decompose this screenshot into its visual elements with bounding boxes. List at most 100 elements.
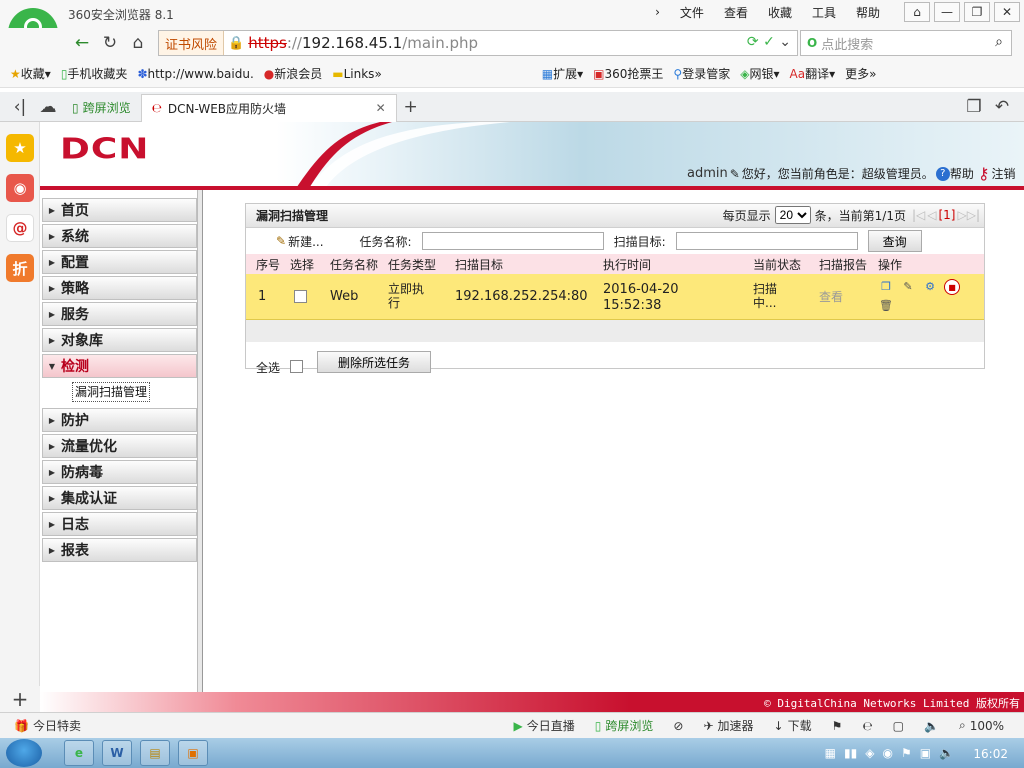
bookmark-tickets[interactable]: ▣ 360抢票王 xyxy=(593,65,663,82)
chevron-right-icon[interactable]: › xyxy=(655,5,660,19)
tray-flag-icon[interactable]: ⚑ xyxy=(901,746,912,760)
bookmark-extensions[interactable]: ▦ 扩展 ▾ xyxy=(542,65,583,82)
bookmark-links[interactable]: ▬ Links » xyxy=(332,67,382,81)
view-report-link[interactable]: 查看 xyxy=(819,288,843,305)
bookmark-bank[interactable]: ◈ 网银 ▾ xyxy=(740,65,779,82)
stop-icon[interactable]: ■ xyxy=(944,279,960,295)
discount-icon[interactable]: 折 xyxy=(6,254,34,282)
menu-home[interactable]: ▶ 首页 xyxy=(42,198,197,222)
tray-volume-icon[interactable]: 🔈 xyxy=(939,746,954,760)
new-tab-icon[interactable]: + xyxy=(397,93,425,121)
restore-window-icon[interactable]: ❐ xyxy=(960,93,988,121)
status-shield-icon[interactable]: ⊘ xyxy=(673,719,683,733)
tray-network-icon[interactable]: ▮▮ xyxy=(844,746,857,760)
settings-gear-icon[interactable]: ⚙ xyxy=(922,278,938,294)
add-icon[interactable]: + xyxy=(6,685,34,713)
row-checkbox[interactable] xyxy=(294,290,307,303)
taskbar-app-icon[interactable]: ▣ xyxy=(178,740,208,766)
menu-help[interactable]: 帮助 xyxy=(856,4,880,21)
taskbar-files-icon[interactable]: ▤ xyxy=(140,740,170,766)
menu-favorites[interactable]: 收藏 xyxy=(768,4,792,21)
tray-360-icon[interactable]: ◉ xyxy=(882,746,892,760)
favorites-star-icon[interactable]: ★ xyxy=(6,134,34,162)
logout-link[interactable]: 注销 xyxy=(992,165,1016,182)
tray-shield-icon[interactable]: ◈ xyxy=(865,746,874,760)
menu-protection[interactable]: ▶ 防护 xyxy=(42,408,197,432)
task-name-input[interactable] xyxy=(421,232,604,250)
tray-display-icon[interactable]: ▣ xyxy=(920,746,931,760)
menu-service[interactable]: ▶ 服务 xyxy=(42,302,197,326)
taskbar-browser-icon[interactable]: e xyxy=(64,740,94,766)
close-tab-icon[interactable]: ✕ xyxy=(376,101,386,115)
trash-icon[interactable]: 🗑 xyxy=(878,297,894,313)
menu-integrated-auth[interactable]: ▶ 集成认证 xyxy=(42,486,197,510)
status-download[interactable]: ↓ 下载 xyxy=(774,717,812,734)
lock-broken-icon[interactable]: 🔒 xyxy=(228,36,244,51)
search-icon[interactable]: ⌕ xyxy=(995,34,1003,50)
menu-antivirus[interactable]: ▶ 防病毒 xyxy=(42,460,197,484)
tray-media-icon[interactable]: ▦ xyxy=(825,746,836,760)
new-task-icon[interactable]: ✎ xyxy=(276,234,286,248)
search-box[interactable]: O 点此搜索 ⌕ xyxy=(800,30,1012,56)
status-flag-icon[interactable]: ⚑ xyxy=(832,719,843,733)
pin-icon[interactable]: ⌂ xyxy=(904,2,930,22)
url-text[interactable]: https://192.168.45.1/main.php xyxy=(248,34,478,52)
logout-key-icon[interactable]: ⚷ xyxy=(978,164,990,183)
page-actions-icon[interactable]: ⟳ ✓ ⌄ xyxy=(747,34,791,50)
query-button[interactable]: 查询 xyxy=(867,230,922,252)
menu-report[interactable]: ▶ 报表 xyxy=(42,538,197,562)
current-page[interactable]: [1] xyxy=(938,208,955,222)
submenu-vuln-scan[interactable]: 漏洞扫描管理 xyxy=(72,382,151,402)
cert-warning-badge[interactable]: 证书风险 xyxy=(159,31,225,55)
scan-target-input[interactable] xyxy=(675,232,858,250)
table-row[interactable]: 1 Web 立即执行 192.168.252.254:80 2016-04-20… xyxy=(246,274,984,320)
back-icon[interactable]: ← xyxy=(68,29,96,57)
first-page-icon[interactable]: |◁ xyxy=(912,208,925,222)
edit-profile-icon[interactable]: ✎ xyxy=(730,167,740,181)
help-link[interactable]: 帮助 xyxy=(950,165,974,182)
last-page-icon[interactable]: ▷| xyxy=(967,208,980,222)
status-accelerator[interactable]: ✈ 加速器 xyxy=(703,717,753,734)
home-icon[interactable]: ⌂ xyxy=(124,29,152,57)
status-ie-icon[interactable]: ℮ xyxy=(862,719,872,733)
prev-page-icon[interactable]: ◁ xyxy=(927,208,936,222)
menu-config[interactable]: ▶ 配置 xyxy=(42,250,197,274)
menu-detection[interactable]: ▼ 检测 xyxy=(42,354,197,378)
per-page-select[interactable]: 20 xyxy=(774,206,811,224)
menu-file[interactable]: 文件 xyxy=(680,4,704,21)
weibo-icon[interactable]: ◉ xyxy=(6,174,34,202)
menu-object-library[interactable]: ▶ 对象库 xyxy=(42,328,197,352)
taskbar-word-icon[interactable]: W xyxy=(102,740,132,766)
bookmark-mobile[interactable]: ▯ 手机收藏夹 xyxy=(61,65,128,82)
select-all-checkbox[interactable] xyxy=(290,359,304,373)
bookmark-translate[interactable]: Aa 翻译 ▾ xyxy=(790,65,836,82)
undo-close-icon[interactable]: ↶ xyxy=(988,93,1016,121)
mail-icon[interactable]: @ xyxy=(6,214,34,242)
close-window-button[interactable]: ✕ xyxy=(994,2,1020,22)
reload-icon[interactable]: ↻ xyxy=(96,29,124,57)
menu-tools[interactable]: 工具 xyxy=(812,4,836,21)
bookmark-favorites[interactable]: ★ 收藏 ▾ xyxy=(10,65,51,82)
zoom-level[interactable]: ⌕ 100% xyxy=(959,718,1004,733)
next-page-icon[interactable]: ▷ xyxy=(957,208,966,222)
cloud-icon[interactable]: ☁ xyxy=(34,93,62,121)
menu-log[interactable]: ▶ 日志 xyxy=(42,512,197,536)
help-icon[interactable]: ? xyxy=(935,166,950,181)
status-volume-icon[interactable]: 🔈 xyxy=(924,719,939,733)
maximize-button[interactable]: ❐ xyxy=(964,2,990,22)
bookmark-login-manager[interactable]: ⚲ 登录管家 xyxy=(673,65,730,82)
copy-icon[interactable]: ❐ xyxy=(878,278,894,294)
tab-list-icon[interactable]: ‹| xyxy=(6,93,34,121)
status-window-icon[interactable]: ▢ xyxy=(893,719,904,733)
menu-view[interactable]: 查看 xyxy=(724,4,748,21)
menu-system[interactable]: ▶ 系统 xyxy=(42,224,197,248)
status-cross-screen[interactable]: ▯ 跨屏浏览 xyxy=(595,717,654,734)
search-engine-icon[interactable]: O xyxy=(807,36,817,50)
menu-policy[interactable]: ▶ 策略 xyxy=(42,276,197,300)
tab-cross-screen[interactable]: ▯ 跨屏浏览 xyxy=(62,94,141,122)
bookmark-baidu[interactable]: ✽ http://www.baidu. xyxy=(137,67,253,81)
taskbar-clock[interactable]: 16:02 xyxy=(973,747,1008,761)
address-bar[interactable]: 证书风险 🔒 https://192.168.45.1/main.php ⟳ ✓… xyxy=(158,30,798,56)
start-button[interactable] xyxy=(6,739,42,767)
bookmark-more[interactable]: 更多 » xyxy=(845,65,876,82)
